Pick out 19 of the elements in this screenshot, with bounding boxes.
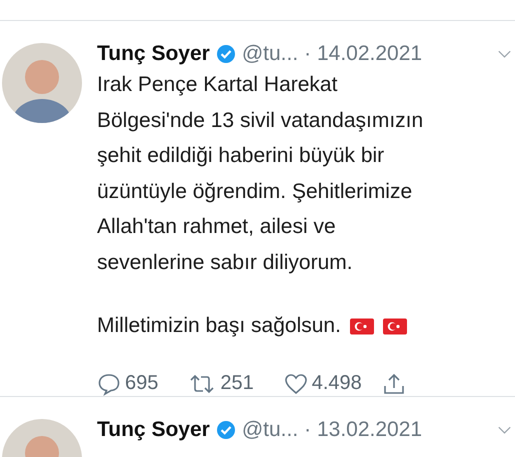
tweet-text: Milletimizin başı sağolsun. bbox=[97, 313, 341, 339]
flag-icon bbox=[350, 318, 374, 334]
like-button[interactable]: 4.498 bbox=[284, 372, 362, 396]
avatar-icon[interactable] bbox=[2, 43, 82, 123]
share-icon[interactable] bbox=[382, 372, 406, 396]
author-name[interactable]: Tunç Soyer bbox=[97, 417, 210, 443]
author-name[interactable]: Tunç Soyer bbox=[97, 41, 210, 67]
heart-icon bbox=[284, 372, 308, 396]
reply-button[interactable]: 695 bbox=[97, 372, 158, 396]
tweet-text: Irak Pençe Kartal Harekat Bölgesi'nde 13 sivil vatandaşımızın şehit edildiği haberini büyük bir üzüntüyle öğrendim. Şehitlerimize Allah'tan rahmet, ailesi ve sevenlerine sabır diliyorum. bbox=[97, 72, 424, 276]
chevron-down-icon[interactable] bbox=[498, 426, 511, 434]
author-handle[interactable]: @tu... bbox=[242, 41, 298, 67]
reply-icon bbox=[97, 372, 121, 396]
chevron-down-icon[interactable] bbox=[498, 50, 511, 58]
retweet-button[interactable]: 251 bbox=[188, 372, 254, 396]
tweet-date[interactable]: · 13.02.2021 bbox=[304, 417, 422, 443]
author-handle[interactable]: @tu... bbox=[242, 417, 298, 443]
tweet-date[interactable]: · 14.02.2021 bbox=[304, 41, 422, 67]
flag-icon bbox=[382, 318, 407, 334]
